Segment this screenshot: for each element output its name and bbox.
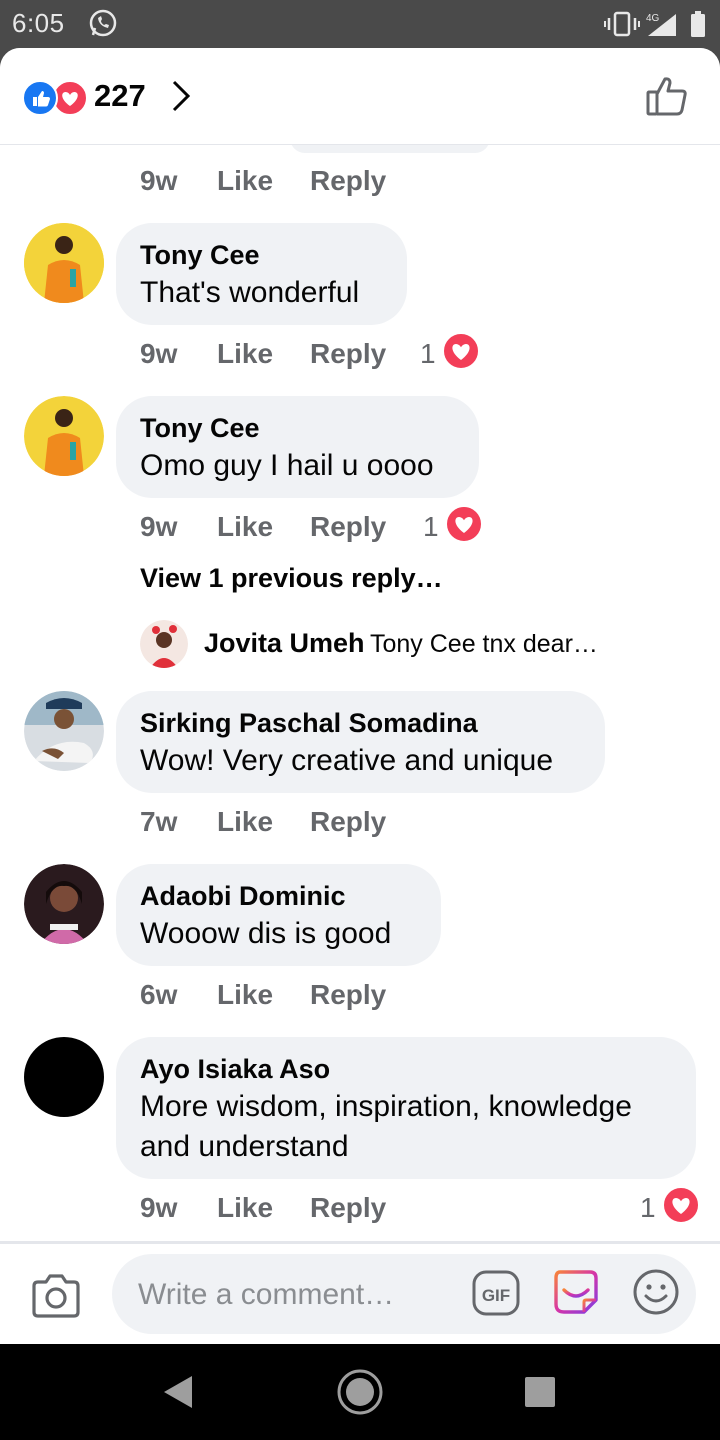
reaction-badge[interactable]: 1 xyxy=(420,332,480,374)
reply-button[interactable]: Reply xyxy=(310,511,386,543)
avatar[interactable] xyxy=(24,1037,104,1117)
comment-time: 9w xyxy=(140,165,178,196)
view-previous-replies-link[interactable]: View 1 previous reply… xyxy=(140,563,443,594)
love-icon xyxy=(445,505,483,543)
love-icon xyxy=(442,332,480,370)
reply-author-name[interactable]: Jovita Umeh xyxy=(204,628,365,659)
previous-comment-bubble xyxy=(290,145,490,153)
comment-bubble[interactable]: Tony Cee That's wonderful xyxy=(116,223,407,325)
comment-list[interactable]: 9w Like Reply Tony Cee That's wonderful … xyxy=(0,145,720,1241)
like-button[interactable]: Like xyxy=(217,338,273,370)
emoji-icon[interactable] xyxy=(632,1268,680,1316)
reaction-badge[interactable]: 1 xyxy=(640,1186,700,1228)
comment-bubble[interactable]: Adaobi Dominic Wooow dis is good xyxy=(116,864,441,966)
battery-icon xyxy=(691,11,705,37)
like-button[interactable]: Like xyxy=(217,806,273,838)
reply-button[interactable]: Reply xyxy=(310,1192,386,1224)
whatsapp-icon xyxy=(89,9,117,37)
commenter-name[interactable]: Sirking Paschal Somadina xyxy=(140,705,581,741)
comment-text: Omo guy I hail u oooo xyxy=(140,449,434,482)
comment-time: 9w xyxy=(140,338,178,369)
reaction-badge[interactable]: 1 xyxy=(423,505,483,547)
avatar[interactable] xyxy=(140,620,188,668)
recent-apps-icon[interactable] xyxy=(524,1376,556,1408)
reply-button[interactable]: Reply xyxy=(310,979,386,1011)
like-reaction-icon xyxy=(22,80,58,116)
sticker-icon[interactable] xyxy=(552,1266,600,1316)
status-bar: 6:05 4G xyxy=(0,0,720,48)
commenter-name[interactable]: Tony Cee xyxy=(140,237,383,273)
reply-button[interactable]: Reply xyxy=(310,338,386,370)
like-outline-icon[interactable] xyxy=(644,74,690,118)
commenter-name[interactable]: Adaobi Dominic xyxy=(140,878,417,914)
reaction-count: 227 xyxy=(94,78,146,113)
comment-input[interactable] xyxy=(136,1266,460,1324)
signal-4g-icon: 4G xyxy=(646,13,676,36)
like-button[interactable]: Like xyxy=(217,1192,273,1224)
avatar[interactable] xyxy=(24,223,104,303)
commenter-name[interactable]: Tony Cee xyxy=(140,410,455,446)
gif-icon[interactable]: GIF xyxy=(472,1270,520,1316)
commenter-name[interactable]: Ayo Isiaka Aso xyxy=(140,1051,672,1087)
comment-text-line-1: More wisdom, inspiration, knowledge xyxy=(140,1090,632,1123)
reply-text: Tony Cee tnx dear… xyxy=(370,630,598,658)
reactions-header[interactable]: 227 xyxy=(0,48,720,145)
comment-text: Wooow dis is good xyxy=(140,917,392,950)
avatar[interactable] xyxy=(24,396,104,476)
comment-text: That's wonderful xyxy=(140,276,360,309)
comment-time: 7w xyxy=(140,806,178,837)
comment-time: 6w xyxy=(140,979,178,1010)
svg-text:4G: 4G xyxy=(646,13,660,24)
reply-button[interactable]: Reply xyxy=(310,806,386,838)
svg-text:GIF: GIF xyxy=(482,1286,510,1305)
home-icon[interactable] xyxy=(336,1368,384,1416)
reaction-badge-count: 1 xyxy=(420,338,436,369)
comment-bubble[interactable]: Tony Cee Omo guy I hail u oooo xyxy=(116,396,479,498)
like-button[interactable]: Like xyxy=(217,979,273,1011)
like-button[interactable]: Like xyxy=(217,511,273,543)
avatar[interactable] xyxy=(24,864,104,944)
love-icon xyxy=(662,1186,700,1224)
chevron-right-icon[interactable] xyxy=(170,78,192,114)
comment-bubble[interactable]: Sirking Paschal Somadina Wow! Very creat… xyxy=(116,691,605,793)
reaction-badge-count: 1 xyxy=(423,511,439,542)
vibrate-icon xyxy=(604,11,640,37)
back-icon[interactable] xyxy=(160,1372,196,1412)
status-time: 6:05 xyxy=(12,8,65,38)
reply-button[interactable]: Reply xyxy=(310,165,386,197)
system-nav-bar xyxy=(0,1344,720,1440)
comment-time: 9w xyxy=(140,1192,178,1223)
reaction-badge-count: 1 xyxy=(640,1192,656,1223)
camera-icon[interactable] xyxy=(30,1272,82,1320)
avatar[interactable] xyxy=(24,691,104,771)
comment-text: Wow! Very creative and unique xyxy=(140,744,554,777)
comment-time: 9w xyxy=(140,511,178,542)
comment-composer: GIF xyxy=(0,1241,720,1344)
comment-text-line-2: and understand xyxy=(140,1130,349,1163)
latest-reply[interactable]: Jovita Umeh Tony Cee tnx dear… xyxy=(140,620,680,670)
comments-sheet: 227 9w Like Reply Tony Cee That's wonder… xyxy=(0,48,720,1344)
like-button[interactable]: Like xyxy=(217,165,273,197)
comment-bubble[interactable]: Ayo Isiaka Aso More wisdom, inspiration,… xyxy=(116,1037,696,1179)
